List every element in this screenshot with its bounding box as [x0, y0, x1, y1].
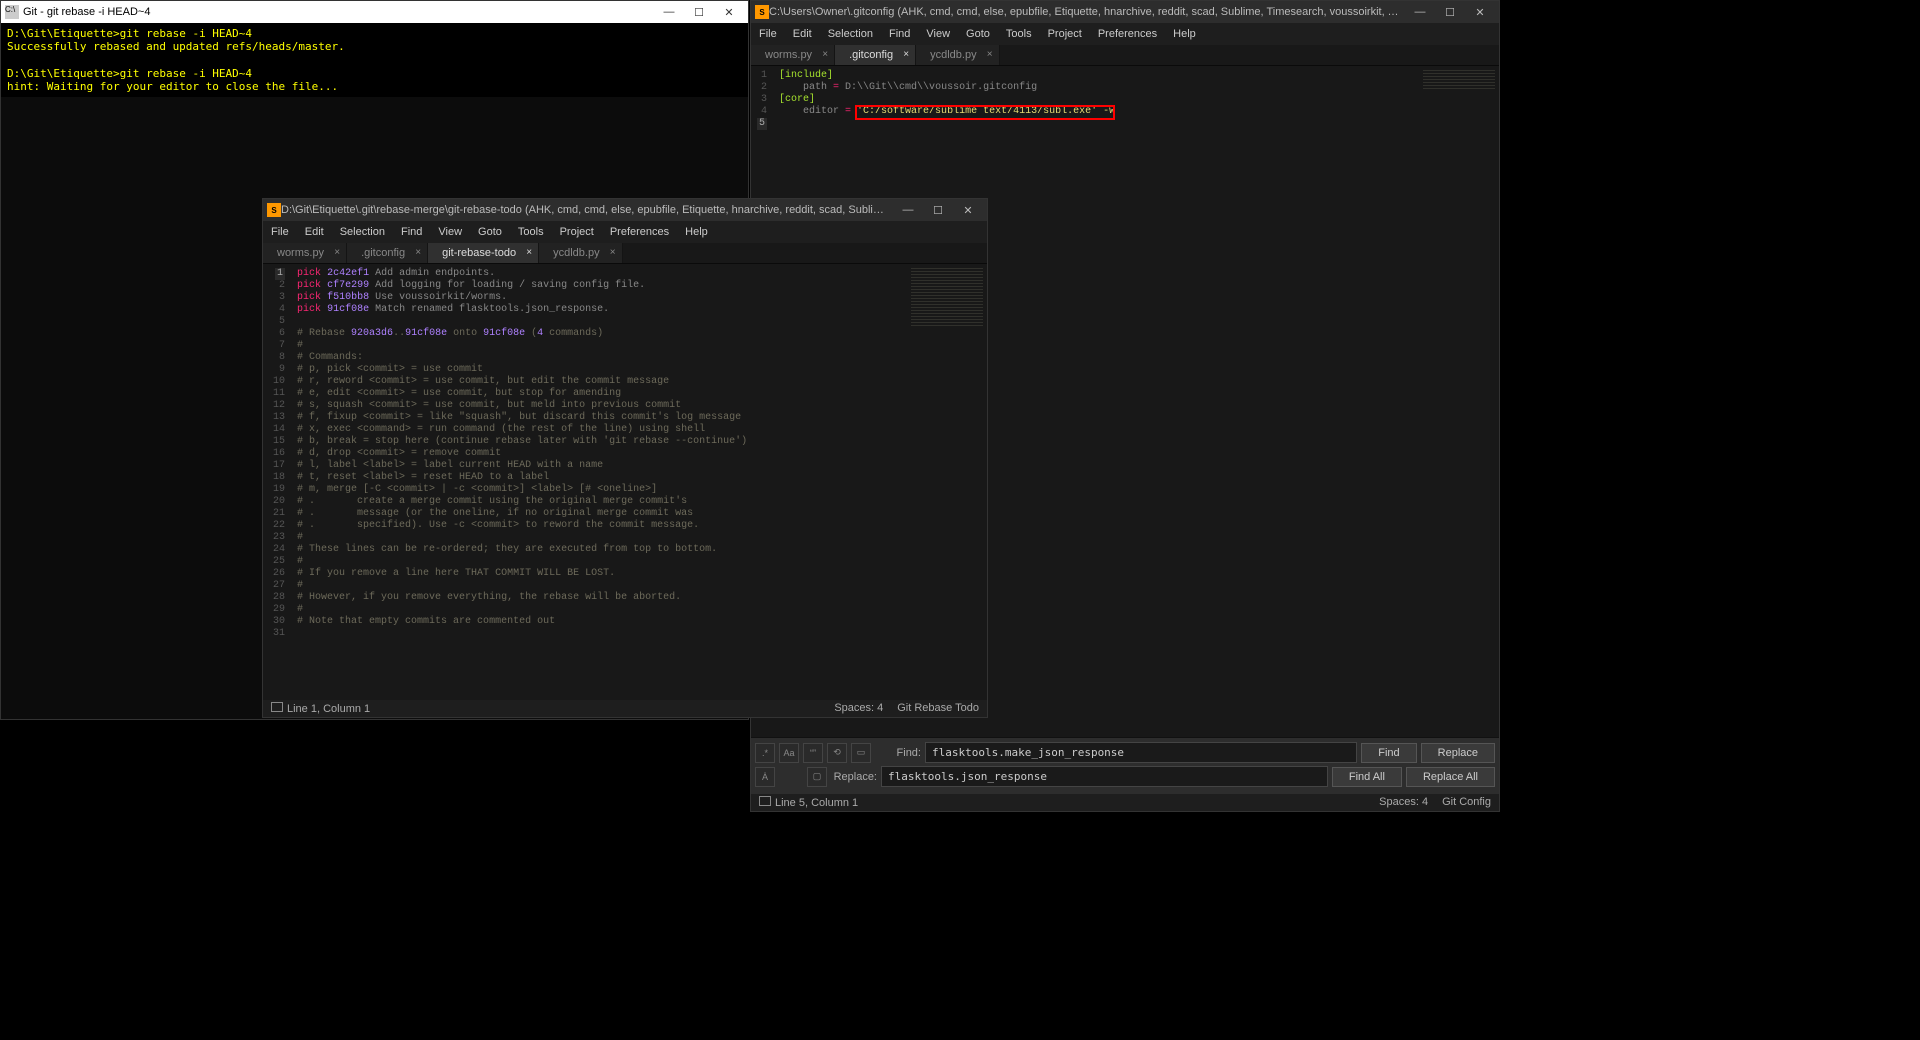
maximize-button[interactable]: ☐: [923, 200, 953, 220]
sublime1-menubar: File Edit Selection Find View Goto Tools…: [751, 23, 1499, 45]
menu-item-find[interactable]: Find: [393, 223, 430, 241]
terminal-titlebar[interactable]: C:\ Git - git rebase -i HEAD~4 — ☐ ✕: [1, 1, 748, 23]
menu-item-edit[interactable]: Edit: [785, 25, 820, 43]
menu-item-selection[interactable]: Selection: [332, 223, 393, 241]
code-body[interactable]: pick 2c42ef1 Add admin endpoints. pick c…: [291, 264, 753, 700]
status-syntax[interactable]: Git Config: [1442, 796, 1491, 809]
close-button[interactable]: ✕: [714, 2, 744, 22]
word-option[interactable]: “”: [803, 743, 823, 763]
sublime1-tabs: worms.py× .gitconfig× ycdldb.py×: [751, 45, 1499, 66]
minimap[interactable]: [907, 264, 987, 700]
findall-button[interactable]: Find All: [1332, 767, 1402, 787]
menu-item-edit[interactable]: Edit: [297, 223, 332, 241]
sublime-icon: S: [755, 5, 769, 19]
tab-close-icon[interactable]: ×: [987, 49, 993, 60]
tab-ycdldb[interactable]: ycdldb.py×: [916, 45, 999, 65]
menu-item-project[interactable]: Project: [552, 223, 602, 241]
menu-item-goto[interactable]: Goto: [958, 25, 998, 43]
case-option[interactable]: Aa: [779, 743, 799, 763]
tab-close-icon[interactable]: ×: [415, 247, 421, 258]
menu-item-goto[interactable]: Goto: [470, 223, 510, 241]
menu-item-preferences[interactable]: Preferences: [602, 223, 677, 241]
terminal-body[interactable]: D:\Git\Etiquette>git rebase -i HEAD~4 Su…: [1, 23, 748, 97]
menu-item-view[interactable]: View: [430, 223, 470, 241]
in-selection-option[interactable]: ▭: [851, 743, 871, 763]
menu-item-file[interactable]: File: [751, 25, 785, 43]
status-position[interactable]: Line 5, Column 1: [759, 796, 858, 809]
sublime2-tabs: worms.py× .gitconfig× git-rebase-todo× y…: [263, 243, 987, 264]
replace-button[interactable]: Replace: [1421, 743, 1495, 763]
tab-ycdldb[interactable]: ycdldb.py×: [539, 243, 622, 263]
menu-item-view[interactable]: View: [918, 25, 958, 43]
status-position[interactable]: Line 1, Column 1: [271, 702, 370, 715]
menu-item-help[interactable]: Help: [1165, 25, 1204, 43]
menu-item-tools[interactable]: Tools: [510, 223, 552, 241]
tab-worms[interactable]: worms.py×: [263, 243, 347, 263]
sublime-icon: S: [267, 203, 281, 217]
close-button[interactable]: ✕: [1465, 2, 1495, 22]
replaceall-button[interactable]: Replace All: [1406, 767, 1495, 787]
tab-close-icon[interactable]: ×: [334, 247, 340, 258]
tab-gitconfig[interactable]: .gitconfig×: [347, 243, 428, 263]
minimize-button[interactable]: —: [1405, 2, 1435, 22]
tab-close-icon[interactable]: ×: [526, 247, 532, 258]
replace-input[interactable]: [881, 766, 1328, 787]
sublime2-title: D:\Git\Etiquette\.git\rebase-merge\git-r…: [281, 204, 893, 216]
sublime1-statusbar: Line 5, Column 1 Spaces: 4 Git Config: [751, 794, 1499, 811]
close-button[interactable]: ✕: [953, 200, 983, 220]
menu-item-file[interactable]: File: [263, 223, 297, 241]
menu-item-tools[interactable]: Tools: [998, 25, 1040, 43]
menu-item-selection[interactable]: Selection: [820, 25, 881, 43]
menu-item-preferences[interactable]: Preferences: [1090, 25, 1165, 43]
minimize-button[interactable]: —: [893, 200, 923, 220]
cmd-icon: C:\: [5, 5, 19, 19]
minimize-button[interactable]: —: [654, 2, 684, 22]
menu-item-project[interactable]: Project: [1040, 25, 1090, 43]
tab-close-icon[interactable]: ×: [903, 49, 909, 60]
tab-close-icon[interactable]: ×: [822, 49, 828, 60]
find-input[interactable]: [925, 742, 1357, 763]
sublime-rebase-window: S D:\Git\Etiquette\.git\rebase-merge\git…: [262, 198, 988, 718]
preserve-case-option[interactable]: Ȧ: [755, 767, 775, 787]
tab-git-rebase-todo[interactable]: git-rebase-todo×: [428, 243, 539, 263]
status-syntax[interactable]: Git Rebase Todo: [897, 702, 979, 715]
menu-item-find[interactable]: Find: [881, 25, 918, 43]
sublime2-titlebar[interactable]: S D:\Git\Etiquette\.git\rebase-merge\git…: [263, 199, 987, 221]
find-replace-panel: .* Aa “” ⟲ ▭ Find: Find Replace Ȧ ▢ Repl…: [751, 737, 1499, 794]
status-spaces[interactable]: Spaces: 4: [1379, 796, 1428, 809]
maximize-button[interactable]: ☐: [1435, 2, 1465, 22]
find-label: Find:: [875, 747, 921, 759]
sublime1-title: C:\Users\Owner\.gitconfig (AHK, cmd, cmd…: [769, 6, 1405, 18]
find-button[interactable]: Find: [1361, 743, 1416, 763]
regex-option[interactable]: .*: [755, 743, 775, 763]
tab-gitconfig[interactable]: .gitconfig×: [835, 45, 916, 65]
line-gutter: 1 2 3 4 5 6 7 8 9 10 11 12 13 14 15 16 1…: [263, 264, 291, 700]
sublime1-titlebar[interactable]: S C:\Users\Owner\.gitconfig (AHK, cmd, c…: [751, 1, 1499, 23]
menu-item-help[interactable]: Help: [677, 223, 716, 241]
status-spaces[interactable]: Spaces: 4: [834, 702, 883, 715]
terminal-title: Git - git rebase -i HEAD~4: [23, 6, 654, 18]
sublime2-editor: 1 2 3 4 5 6 7 8 9 10 11 12 13 14 15 16 1…: [263, 264, 987, 700]
sublime2-menubar: File Edit Selection Find View Goto Tools…: [263, 221, 987, 243]
minimap[interactable]: [1419, 66, 1499, 737]
wrap-option[interactable]: ⟲: [827, 743, 847, 763]
maximize-button[interactable]: ☐: [684, 2, 714, 22]
highlight-option[interactable]: ▢: [807, 767, 827, 787]
replace-label: Replace:: [831, 771, 877, 783]
tab-worms[interactable]: worms.py×: [751, 45, 835, 65]
sublime2-statusbar: Line 1, Column 1 Spaces: 4 Git Rebase To…: [263, 700, 987, 717]
tab-close-icon[interactable]: ×: [610, 247, 616, 258]
